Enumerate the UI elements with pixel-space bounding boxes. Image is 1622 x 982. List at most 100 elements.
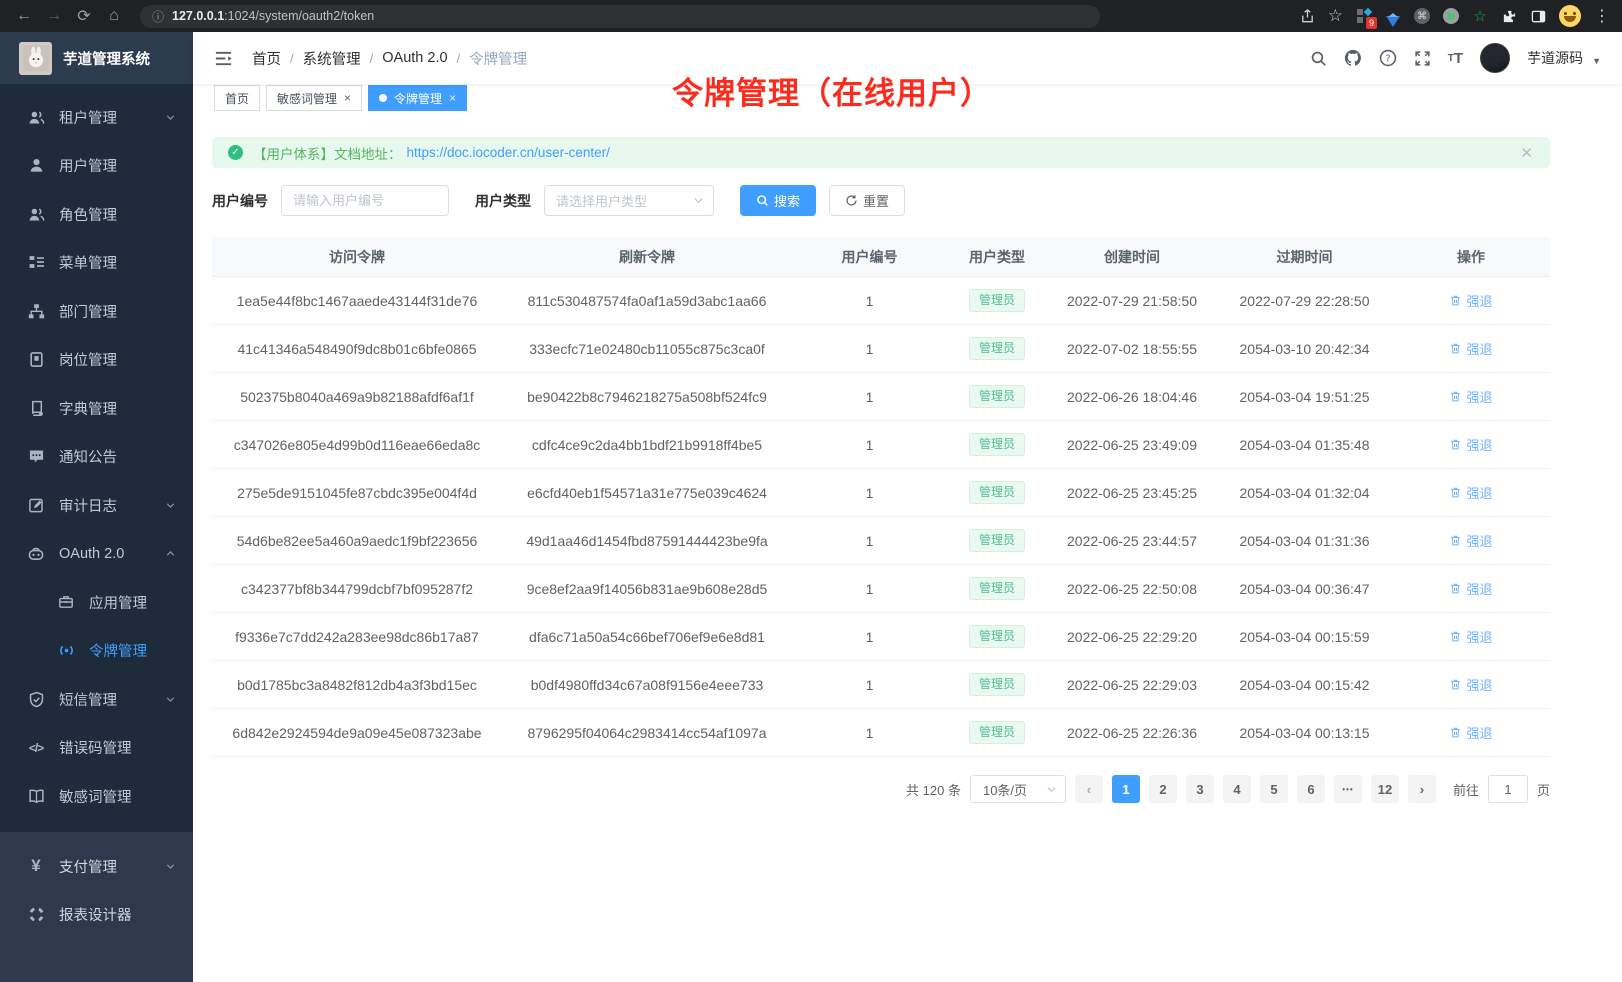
site-info-icon[interactable]: ⓘ xyxy=(152,8,164,25)
reset-button-label: 重置 xyxy=(863,191,889,210)
page-button[interactable]: 1 xyxy=(1112,775,1140,803)
column-header: 访问令牌 xyxy=(212,247,502,267)
sidebar-item-sensitive-word-management[interactable]: 敏感词管理 xyxy=(0,772,193,821)
user-menu-caret-icon[interactable]: ▼ xyxy=(1592,56,1601,66)
extension-star-icon[interactable]: ☆ xyxy=(1472,8,1488,24)
browser-toolbar: ← → ⟳ ⌂ ⓘ 127.0.0.1:1024/system/oauth2/t… xyxy=(0,0,1622,32)
sidebar-menu: 租户管理用户管理角色管理菜单管理部门管理岗位管理字典管理通知公告审计日志OAut… xyxy=(0,84,193,832)
sidebar: 芋道管理系统 租户管理用户管理角色管理菜单管理部门管理岗位管理字典管理通知公告审… xyxy=(0,32,193,982)
force-logout-button[interactable]: 强退 xyxy=(1449,339,1492,358)
page-button[interactable]: 4 xyxy=(1223,775,1251,803)
user-type-badge: 管理员 xyxy=(969,625,1025,649)
sidebar-item-role-management[interactable]: 角色管理 xyxy=(0,190,193,239)
github-icon[interactable] xyxy=(1344,49,1362,67)
sidebar-item-tenant-management[interactable]: 租户管理 xyxy=(0,93,193,142)
expire-time-cell: 2054-03-04 00:13:15 xyxy=(1217,725,1392,741)
next-page-button[interactable]: › xyxy=(1408,775,1436,803)
extensions-puzzle-icon[interactable] xyxy=(1501,8,1517,24)
created-time-cell: 2022-06-25 23:49:09 xyxy=(1047,437,1217,453)
sidebar-item-sms-management[interactable]: 短信管理 xyxy=(0,675,193,724)
sidebar-item-dept-management[interactable]: 部门管理 xyxy=(0,287,193,336)
expire-time-cell: 2022-07-29 22:28:50 xyxy=(1217,293,1392,309)
browser-forward-icon[interactable]: → xyxy=(42,7,66,25)
tab-close-icon[interactable]: × xyxy=(449,91,456,105)
user-type-select[interactable]: 请选择用户类型 xyxy=(544,185,714,216)
extension-recorder-icon[interactable] xyxy=(1443,8,1459,24)
side-panel-icon[interactable] xyxy=(1530,8,1546,24)
page-button[interactable]: 12 xyxy=(1371,775,1399,803)
extension-monica-icon[interactable]: 9 xyxy=(1356,8,1372,24)
table-row: 6d842e2924594de9a09e45e087323abe8796295f… xyxy=(212,709,1550,757)
sidebar-item-menu-management[interactable]: 菜单管理 xyxy=(0,239,193,288)
force-logout-button[interactable]: 强退 xyxy=(1449,723,1492,742)
sidebar-item-error-code-management[interactable]: </>错误码管理 xyxy=(0,724,193,773)
force-logout-button[interactable]: 强退 xyxy=(1449,291,1492,310)
role-icon xyxy=(27,205,45,223)
sidebar-item-oauth2[interactable]: OAuth 2.0 xyxy=(0,530,193,579)
sidebar-item-token-management[interactable]: 令牌管理 xyxy=(0,627,193,676)
breadcrumb-item[interactable]: 系统管理 xyxy=(303,48,361,69)
sidebar-item-application-management[interactable]: 应用管理 xyxy=(0,578,193,627)
address-bar[interactable]: ⓘ 127.0.0.1:1024/system/oauth2/token xyxy=(140,5,1100,28)
reset-button[interactable]: 重置 xyxy=(829,185,905,216)
page-button[interactable]: 6 xyxy=(1297,775,1325,803)
tab[interactable]: 敏感词管理× xyxy=(266,85,362,111)
page-button[interactable]: 3 xyxy=(1186,775,1214,803)
access-token-cell: c342377bf8b344799dcbf7bf095287f2 xyxy=(212,581,502,597)
browser-profile-avatar[interactable] xyxy=(1559,5,1581,27)
browser-back-icon[interactable]: ← xyxy=(12,7,36,25)
prev-page-button[interactable]: ‹ xyxy=(1075,775,1103,803)
sidebar-item-notice-announcement[interactable]: 通知公告 xyxy=(0,433,193,482)
sidebar-item-report-designer[interactable]: 报表设计器 xyxy=(0,891,193,940)
access-token-cell: f9336e7c7dd242a283ee98dc86b17a87 xyxy=(212,629,502,645)
force-logout-button[interactable]: 强退 xyxy=(1449,387,1492,406)
force-logout-button[interactable]: 强退 xyxy=(1449,579,1492,598)
share-icon[interactable] xyxy=(1300,9,1315,24)
header-search-icon[interactable] xyxy=(1310,50,1327,67)
browser-reload-icon[interactable]: ⟳ xyxy=(72,6,96,26)
breadcrumb-item[interactable]: 首页 xyxy=(252,48,281,69)
sidebar-item-audit-log[interactable]: 审计日志 xyxy=(0,481,193,530)
help-icon[interactable]: ? xyxy=(1379,49,1397,67)
tab[interactable]: 令牌管理× xyxy=(368,85,467,111)
sidebar-item-user-management[interactable]: 用户管理 xyxy=(0,142,193,191)
user-type-label: 用户类型 xyxy=(475,191,531,211)
extension-command-icon[interactable]: ⌘ xyxy=(1414,8,1430,24)
action-cell: 强退 xyxy=(1392,579,1550,598)
notice-close-icon[interactable]: ✕ xyxy=(1520,144,1533,162)
expire-time-cell: 2054-03-10 20:42:34 xyxy=(1217,341,1392,357)
user-name[interactable]: 芋道源码 xyxy=(1527,48,1583,68)
browser-home-icon[interactable]: ⌂ xyxy=(102,7,126,25)
fullscreen-icon[interactable] xyxy=(1414,50,1431,67)
force-logout-button[interactable]: 强退 xyxy=(1449,675,1492,694)
sidebar-item-dict-management[interactable]: 字典管理 xyxy=(0,384,193,433)
breadcrumb-item[interactable]: OAuth 2.0 xyxy=(382,50,447,66)
bookmark-star-icon[interactable]: ☆ xyxy=(1328,6,1343,26)
trash-icon xyxy=(1449,438,1462,451)
force-logout-button[interactable]: 强退 xyxy=(1449,627,1492,646)
sidebar-item-post-management[interactable]: 岗位管理 xyxy=(0,336,193,385)
goto-page-input[interactable] xyxy=(1488,775,1528,803)
errcode-icon: </> xyxy=(27,739,45,757)
sidebar-item-payment-management[interactable]: ¥支付管理 xyxy=(0,842,193,891)
user-id-input[interactable] xyxy=(281,185,449,216)
font-size-icon[interactable]: TT xyxy=(1448,50,1463,67)
search-button[interactable]: 搜索 xyxy=(740,185,816,216)
force-logout-button[interactable]: 强退 xyxy=(1449,435,1492,454)
page-button[interactable]: 5 xyxy=(1260,775,1288,803)
notice-doc-link[interactable]: https://doc.iocoder.cn/user-center/ xyxy=(407,145,610,160)
notice-text: 【用户体系】文档地址： xyxy=(253,143,402,163)
page-button[interactable]: 2 xyxy=(1149,775,1177,803)
refresh-token-cell: 333ecfc71e02480cb11055c875c3ca0f xyxy=(502,341,792,357)
page-size-select[interactable]: 10条/页 xyxy=(970,775,1066,803)
extension-gem-icon[interactable] xyxy=(1385,8,1401,24)
force-logout-button[interactable]: 强退 xyxy=(1449,531,1492,550)
chevron-down-icon xyxy=(1046,784,1057,795)
pager-ellipsis[interactable]: ••• xyxy=(1334,775,1362,803)
tab-close-icon[interactable]: × xyxy=(344,91,351,105)
tab[interactable]: 首页 xyxy=(214,85,260,111)
sidebar-collapse-icon[interactable] xyxy=(214,49,233,68)
browser-menu-icon[interactable]: ⋮ xyxy=(1594,6,1610,26)
force-logout-button[interactable]: 强退 xyxy=(1449,483,1492,502)
user-avatar[interactable] xyxy=(1480,43,1510,73)
